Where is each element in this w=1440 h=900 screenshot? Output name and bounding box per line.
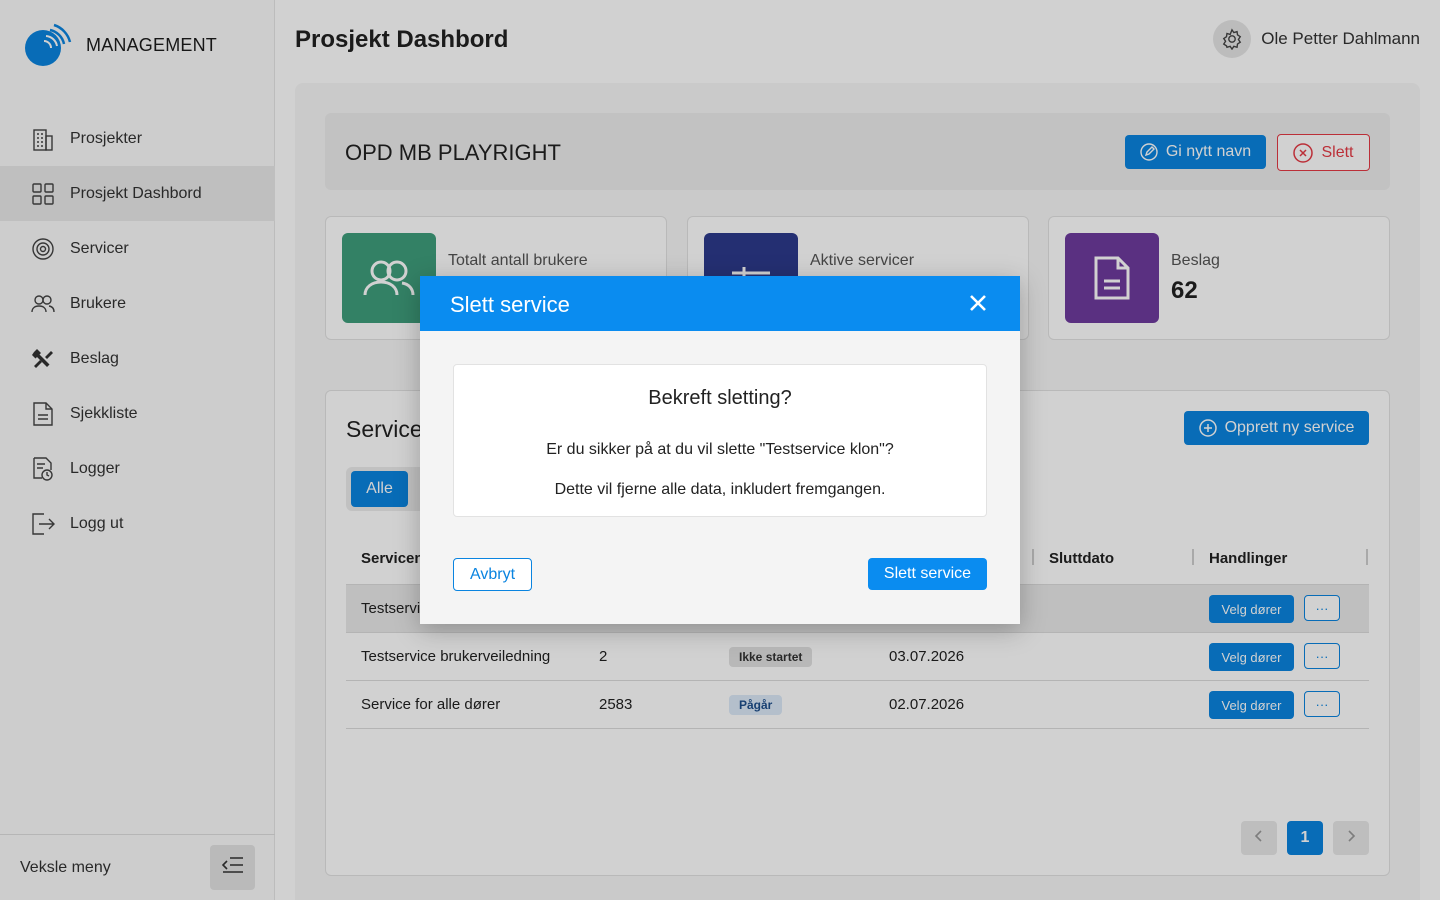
- confirm-title: Bekreft sletting?: [648, 387, 792, 409]
- modal-title: Slett service: [450, 292, 570, 317]
- confirm-question: Er du sikker på at du vil slette "Testse…: [546, 441, 894, 458]
- cancel-button[interactable]: Avbryt: [453, 558, 532, 591]
- confirm-note: Dette vil fjerne alle data, inkludert fr…: [554, 481, 886, 498]
- close-icon[interactable]: [966, 291, 990, 315]
- confirm-delete-button[interactable]: Slett service: [868, 558, 987, 590]
- delete-service-modal: Slett service Bekreft sletting? Er du si…: [420, 276, 1020, 624]
- modal-header: Slett service: [420, 276, 1020, 331]
- confirm-message-box: Bekreft sletting? Er du sikker på at du …: [453, 364, 987, 517]
